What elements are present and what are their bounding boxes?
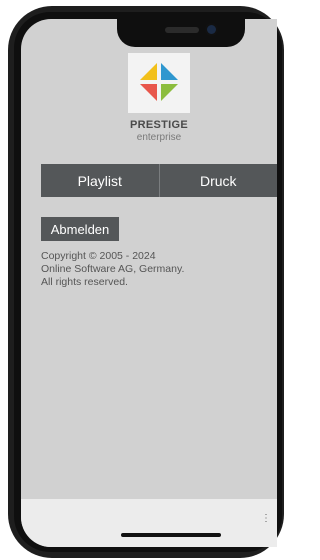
copyright-company: Online Software AG, Germany. (41, 263, 185, 275)
logo-wordmark: PRESTIGE enterprise (109, 119, 209, 143)
home-indicator (121, 533, 221, 537)
app-screen: PRESTIGE enterprise Playlist Druck Abmel… (21, 19, 277, 547)
prestige-logo (128, 53, 190, 113)
copyright-text: Copyright © 2005 - 2024 Online Software … (41, 250, 271, 289)
more-options-icon[interactable]: ⋮ (261, 513, 271, 524)
logo-name: PRESTIGE (129, 119, 189, 131)
nav-playlist-button[interactable]: Playlist (41, 164, 160, 197)
logout-button[interactable]: Abmelden (41, 217, 119, 241)
prestige-logo-icon (140, 63, 178, 101)
camera-notch (117, 19, 245, 47)
logo-subtitle: enterprise (136, 132, 182, 143)
browser-bottom-bar: ⋮ (21, 499, 277, 547)
nav-druck-button[interactable]: Druck (159, 164, 277, 197)
copyright-line: Copyright © 2005 - 2024 (41, 250, 156, 262)
camera-icon (207, 25, 216, 34)
speaker-grille (165, 27, 199, 33)
copyright-rights: All rights reserved. (41, 276, 128, 288)
main-nav: Playlist Druck (41, 164, 277, 197)
